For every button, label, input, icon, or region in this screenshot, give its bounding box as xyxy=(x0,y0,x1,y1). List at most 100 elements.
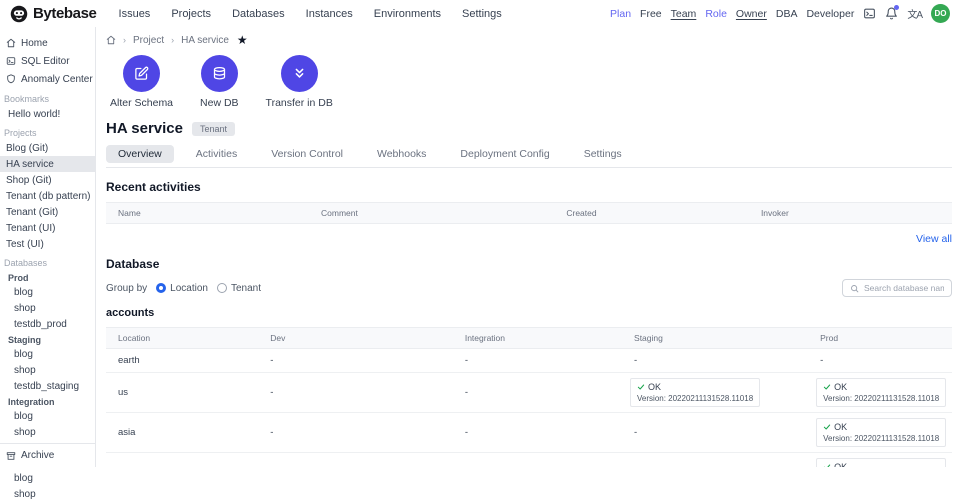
sidebar-item-archive[interactable]: Archive xyxy=(0,443,95,467)
tab-deployment-config[interactable]: Deployment Config xyxy=(448,145,561,163)
role-owner-link[interactable]: Owner xyxy=(736,8,767,20)
transfer-in-db-button[interactable]: Transfer in DB xyxy=(266,55,333,109)
db-row-us: us - - OK Version: 20220211131528.11018 … xyxy=(106,373,952,413)
activities-table-header: Name Comment Created Invoker xyxy=(106,202,952,224)
sidebar-project-test-ui[interactable]: Test (UI) xyxy=(0,236,95,252)
sidebar-project-tenant-db-pattern[interactable]: Tenant (db pattern) xyxy=(0,188,95,204)
tab-version-control[interactable]: Version Control xyxy=(259,145,355,163)
row-location: europe xyxy=(106,461,258,467)
terminal-icon[interactable] xyxy=(863,7,876,20)
sidebar-db-integration-blog[interactable]: blog xyxy=(0,408,95,424)
double-chevron-down-icon xyxy=(281,55,318,92)
col-integration: Integration xyxy=(453,328,622,348)
alter-schema-button[interactable]: Alter Schema xyxy=(110,55,173,109)
new-db-button[interactable]: New DB xyxy=(200,55,239,109)
user-avatar[interactable]: DO xyxy=(931,4,950,23)
role-label: Role xyxy=(705,8,727,20)
search-database-input[interactable] xyxy=(864,283,944,293)
db-status-card[interactable]: OK Version: 20220211131528.11018 xyxy=(816,378,946,407)
db-row-asia: asia - - - OK Version: 20220211131528.11… xyxy=(106,413,952,453)
plan-value: Free xyxy=(640,8,662,20)
cell-dev: - xyxy=(258,461,453,467)
db-status-card[interactable]: OK Version: 20220211131528.11018 xyxy=(816,418,946,447)
bytebase-logo[interactable]: Bytebase xyxy=(10,5,97,23)
sidebar-db-dev-shop[interactable]: shop xyxy=(0,486,95,502)
db-row-earth: earth - - - - xyxy=(106,349,952,373)
database-search[interactable] xyxy=(842,279,952,297)
sidebar-item-sql-editor[interactable]: SQL Editor xyxy=(0,52,95,70)
radio-unselected-icon xyxy=(217,283,227,293)
db-status-card[interactable]: OK Version: 20220211131528.11018 xyxy=(630,378,760,407)
col-staging: Staging xyxy=(622,328,808,348)
check-icon xyxy=(823,383,831,391)
tab-webhooks[interactable]: Webhooks xyxy=(365,145,438,163)
sidebar-project-ha-service[interactable]: HA service xyxy=(0,156,95,172)
sidebar-project-tenant-git[interactable]: Tenant (Git) xyxy=(0,204,95,220)
tab-settings[interactable]: Settings xyxy=(572,145,634,163)
sidebar-db-prod-testdb[interactable]: testdb_prod xyxy=(0,316,95,332)
nav-environments[interactable]: Environments xyxy=(374,8,441,20)
project-tabs: Overview Activities Version Control Webh… xyxy=(106,145,952,168)
breadcrumb-project[interactable]: Project xyxy=(133,35,164,46)
col-prod: Prod xyxy=(808,328,952,348)
notifications-bell-icon[interactable] xyxy=(885,7,898,20)
db-status-card[interactable]: OK Version: 20220211131528.11018 xyxy=(816,458,946,467)
status-ok-label: OK xyxy=(648,382,661,392)
sidebar-db-dev-blog[interactable]: blog xyxy=(0,470,95,486)
edit-icon xyxy=(123,55,160,92)
favorite-star-icon[interactable]: ★ xyxy=(237,34,248,46)
env-group-integration: Integration xyxy=(0,394,95,408)
bytebase-logo-icon xyxy=(10,5,28,23)
sidebar-item-label: SQL Editor xyxy=(21,56,70,67)
cell-integration: - xyxy=(453,381,622,404)
sidebar-db-staging-testdb[interactable]: testdb_staging xyxy=(0,378,95,394)
nav-databases[interactable]: Databases xyxy=(232,8,285,20)
sidebar-project-blog-git[interactable]: Blog (Git) xyxy=(0,140,95,156)
group-by-tenant-radio[interactable]: Tenant xyxy=(217,283,261,294)
databases-section-label: Databases xyxy=(0,252,95,270)
tab-activities[interactable]: Activities xyxy=(184,145,249,163)
sidebar-db-prod-shop[interactable]: shop xyxy=(0,300,95,316)
sidebar-item-label: Anomaly Center xyxy=(21,74,93,85)
sidebar-db-prod-blog[interactable]: blog xyxy=(0,284,95,300)
check-icon xyxy=(823,423,831,431)
archive-icon xyxy=(6,451,16,461)
col-name: Name xyxy=(106,203,309,223)
version-label: Version: 20220211131528.11018 xyxy=(823,394,939,403)
sidebar-db-integration-shop[interactable]: shop xyxy=(0,424,95,440)
row-location: us xyxy=(106,381,258,404)
sidebar-project-shop-git[interactable]: Shop (Git) xyxy=(0,172,95,188)
sidebar-item-anomaly-center[interactable]: Anomaly Center xyxy=(0,70,95,88)
database-table-header: Location Dev Integration Staging Prod xyxy=(106,327,952,349)
cell-dev: - xyxy=(258,421,453,444)
sidebar-db-staging-blog[interactable]: blog xyxy=(0,346,95,362)
sidebar-project-tenant-ui[interactable]: Tenant (UI) xyxy=(0,220,95,236)
nav-settings[interactable]: Settings xyxy=(462,8,502,20)
tab-overview[interactable]: Overview xyxy=(106,145,174,163)
cell-dev: - xyxy=(258,381,453,404)
sidebar-db-staging-shop[interactable]: shop xyxy=(0,362,95,378)
radio-selected-icon xyxy=(156,283,166,293)
team-link[interactable]: Team xyxy=(671,8,697,20)
col-created: Created xyxy=(554,203,749,223)
breadcrumb-home-icon[interactable] xyxy=(106,35,116,45)
sidebar-item-home[interactable]: Home xyxy=(0,34,95,52)
top-bar: Bytebase Issues Projects Databases Insta… xyxy=(0,0,960,27)
topbar-meta: Plan Free Team Role Owner DBA Developer … xyxy=(610,4,950,23)
nav-instances[interactable]: Instances xyxy=(306,8,353,20)
language-switch-icon[interactable]: 文A xyxy=(907,6,922,21)
role-developer: Developer xyxy=(806,8,854,20)
nav-issues[interactable]: Issues xyxy=(119,8,151,20)
accounts-table-title: accounts xyxy=(106,307,952,319)
shield-icon xyxy=(6,74,16,84)
database-heading: Database xyxy=(106,257,952,271)
role-dba: DBA xyxy=(776,8,798,20)
check-icon xyxy=(823,463,831,467)
bookmark-item-hello-world[interactable]: Hello world! xyxy=(0,106,95,122)
cell-staging: - xyxy=(622,349,808,372)
group-by-location-radio[interactable]: Location xyxy=(156,283,208,294)
col-comment: Comment xyxy=(309,203,554,223)
nav-projects[interactable]: Projects xyxy=(171,8,211,20)
archive-label: Archive xyxy=(21,450,54,461)
view-all-link[interactable]: View all xyxy=(106,233,952,245)
